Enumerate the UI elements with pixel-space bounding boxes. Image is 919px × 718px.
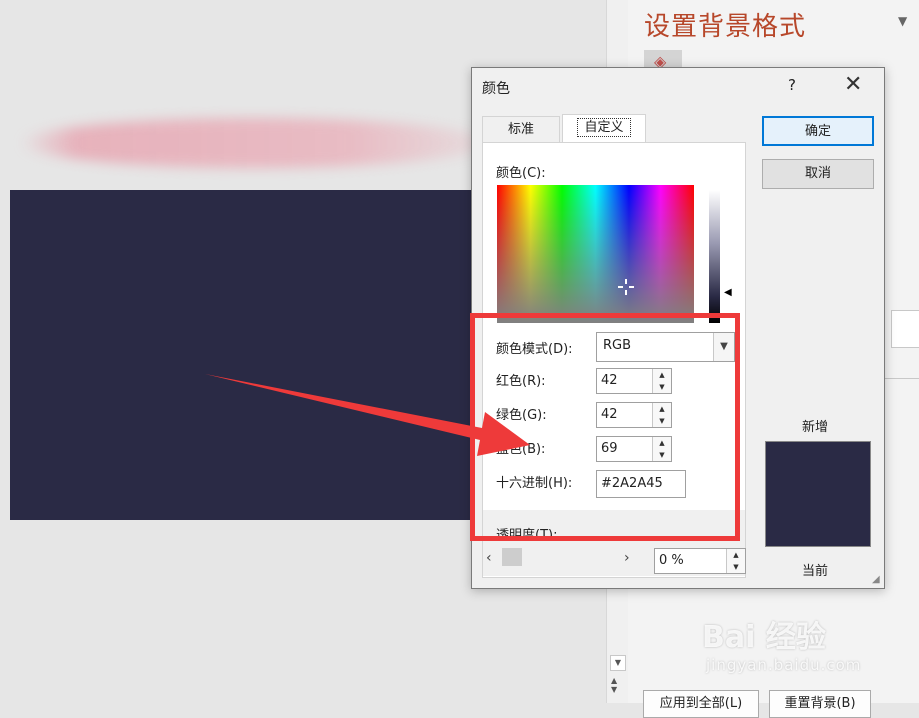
slide-background-preview (10, 190, 472, 520)
luminance-slider[interactable] (709, 190, 720, 323)
ok-button[interactable]: 确定 (762, 116, 874, 146)
transparency-value: 0 % (659, 553, 684, 568)
chevron-right-icon[interactable]: › (624, 550, 630, 566)
color-spectrum[interactable] (497, 185, 694, 323)
luminance-pointer-icon[interactable]: ◀ (724, 287, 732, 298)
close-icon[interactable]: ✕ (844, 72, 862, 97)
slide-pink-band (20, 118, 490, 168)
color-preview-swatch (765, 441, 871, 547)
highlight-box (470, 313, 740, 541)
spin-down-icon[interactable]: ▼ (727, 561, 745, 573)
watermark-url: jingyan.baidu.com (706, 656, 862, 674)
colors-label: 颜色(C): (496, 166, 546, 181)
tab-custom[interactable]: 自定义 (562, 114, 646, 143)
new-color-label: 新增 (802, 420, 829, 435)
resize-grip-icon[interactable]: ◢ (872, 574, 880, 585)
scroll-down-icon[interactable]: ▼ (610, 655, 626, 671)
current-color-label: 当前 (802, 564, 829, 579)
baidu-watermark: Bai 经验 jingyan.baidu.com (702, 612, 902, 682)
chevron-down-icon[interactable]: ▼ (898, 14, 907, 28)
help-icon[interactable]: ? (788, 76, 796, 94)
chevron-left-icon[interactable]: ‹ (486, 550, 492, 566)
crosshair-icon[interactable] (617, 278, 635, 296)
tab-standard[interactable]: 标准 (482, 116, 560, 143)
tab-custom-label: 自定义 (577, 118, 631, 137)
dialog-title: 颜色 (482, 81, 510, 97)
pane-title: 设置背景格式 (644, 12, 807, 42)
scroll-page-icon[interactable]: ▲ ▼ (611, 676, 617, 694)
apply-to-all-button[interactable]: 应用到全部(L) (643, 690, 759, 718)
transparency-slider-thumb[interactable] (502, 548, 522, 566)
paint-bucket-icon[interactable] (891, 310, 919, 348)
watermark-logo: Bai 经验 (702, 620, 826, 655)
transparency-input[interactable]: 0 % ▲ ▼ (654, 548, 746, 574)
reset-background-button[interactable]: 重置背景(B) (769, 690, 871, 718)
cancel-button[interactable]: 取消 (762, 159, 874, 189)
pane-divider (880, 378, 919, 379)
